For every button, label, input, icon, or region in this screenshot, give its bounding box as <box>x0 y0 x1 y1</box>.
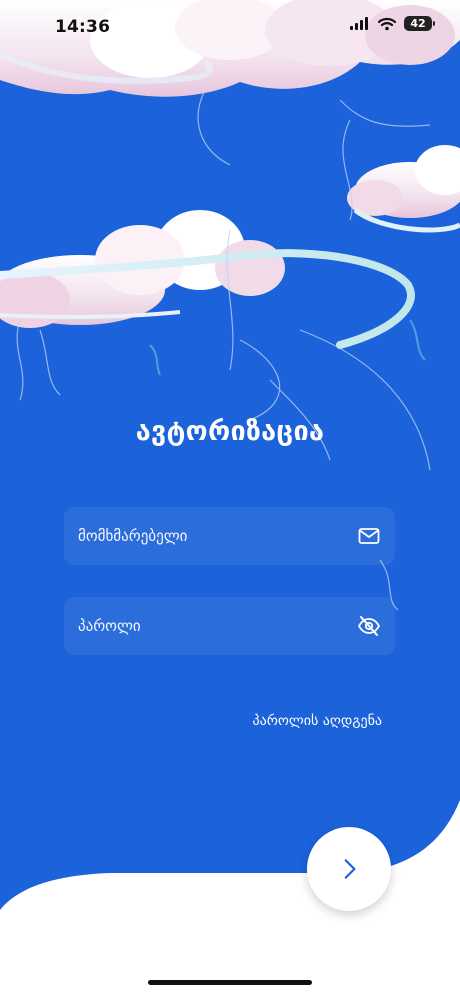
status-bar: 14:36 42 <box>0 0 460 56</box>
mail-icon <box>358 528 380 544</box>
right-cloud <box>347 145 460 233</box>
wifi-icon <box>378 17 396 30</box>
background-illustration <box>0 0 460 995</box>
username-field <box>64 507 395 565</box>
page-title: ავტორიზაცია <box>135 416 325 447</box>
username-input[interactable] <box>64 507 358 565</box>
battery-icon: 42 <box>404 16 435 31</box>
chevron-right-icon <box>344 859 356 879</box>
battery-level: 42 <box>410 17 426 30</box>
eye-off-icon[interactable] <box>357 614 381 638</box>
submit-button[interactable] <box>307 827 391 911</box>
status-icons: 42 <box>350 16 435 31</box>
password-field <box>64 597 395 655</box>
forgot-password-link[interactable]: პაროლის აღდგენა <box>252 713 382 729</box>
status-time: 14:36 <box>55 17 111 37</box>
home-indicator <box>148 980 312 985</box>
signal-icon <box>350 17 368 30</box>
middle-cloud <box>0 210 415 349</box>
bottom-panel <box>0 800 460 995</box>
password-input[interactable] <box>64 597 358 655</box>
